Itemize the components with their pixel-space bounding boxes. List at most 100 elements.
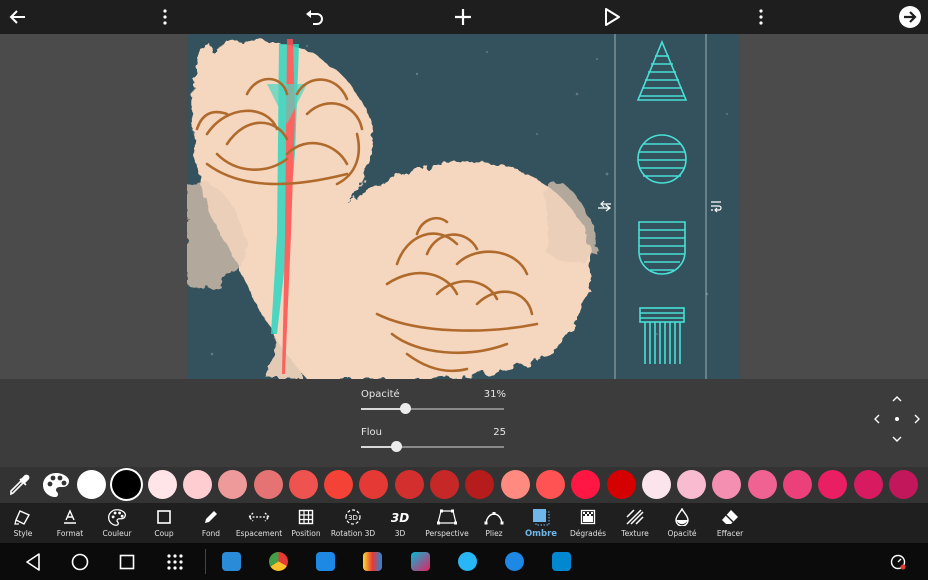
- app-window: Opacité 31% Flou 25 Style Format Couleur Co…: [0, 0, 928, 580]
- color-swatch[interactable]: [712, 470, 741, 499]
- blur-value: 25: [493, 427, 506, 438]
- app-3-icon[interactable]: [316, 552, 335, 571]
- curve-icon: [467, 507, 521, 527]
- color-swatch[interactable]: [854, 470, 883, 499]
- tool-texture[interactable]: Texture: [608, 507, 662, 543]
- color-swatch[interactable]: [465, 470, 494, 499]
- tool-curve[interactable]: Pliez: [467, 507, 521, 543]
- tool-label: Opacité: [667, 529, 697, 538]
- color-swatch[interactable]: [536, 470, 565, 499]
- tool-gradient[interactable]: Dégradés: [561, 507, 615, 543]
- resize-handle-icon[interactable]: [596, 199, 614, 213]
- center-dot-icon[interactable]: [890, 412, 904, 426]
- tool-spacing[interactable]: Espacement: [232, 507, 286, 543]
- color-swatch[interactable]: [112, 470, 141, 499]
- palette-icon[interactable]: [42, 472, 70, 498]
- color-swatch[interactable]: [289, 470, 318, 499]
- color-swatch[interactable]: [218, 470, 247, 499]
- color-swatch[interactable]: [571, 470, 600, 499]
- tool-rotation-3d[interactable]: 3D Rotation 3D: [326, 507, 380, 543]
- system-navbar: [0, 543, 928, 580]
- chevron-down-icon[interactable]: [890, 432, 904, 446]
- chevron-up-icon[interactable]: [890, 392, 904, 406]
- tool-label: Ombre: [524, 529, 558, 539]
- play-icon[interactable]: [599, 4, 625, 30]
- app-8-icon[interactable]: [552, 552, 571, 571]
- tool-label: Dégradés: [569, 529, 607, 538]
- tool-palette[interactable]: Couleur: [90, 507, 144, 543]
- eyedropper-icon[interactable]: [8, 473, 32, 497]
- undo-icon[interactable]: [301, 4, 327, 30]
- nav-recents-icon[interactable]: [116, 551, 138, 573]
- gradient-icon: [561, 507, 615, 527]
- color-swatch[interactable]: [430, 470, 459, 499]
- chevron-right-icon[interactable]: [910, 412, 924, 426]
- color-swatch[interactable]: [395, 470, 424, 499]
- app-7-icon[interactable]: [505, 552, 524, 571]
- color-swatch[interactable]: [748, 470, 777, 499]
- app-1-icon[interactable]: [222, 552, 241, 571]
- blur-slider-thumb[interactable]: [391, 441, 403, 452]
- tool-label: Pliez: [485, 529, 503, 538]
- rotation-3d-text: 3D: [348, 514, 358, 522]
- texture-icon: [608, 507, 662, 527]
- tool-label: Perspective: [425, 529, 469, 538]
- tool-grid[interactable]: Position: [279, 507, 333, 543]
- color-swatch[interactable]: [501, 470, 530, 499]
- chevron-left-icon[interactable]: [870, 412, 884, 426]
- color-swatch[interactable]: [783, 470, 812, 499]
- artwork-image: [187, 34, 728, 379]
- tool-3d[interactable]: 3D 3D: [373, 507, 427, 543]
- plus-icon[interactable]: [450, 4, 476, 30]
- tool-label: Fond: [201, 529, 221, 538]
- adjustment-panel: Opacité 31% Flou 25: [0, 379, 928, 467]
- nav-home-icon[interactable]: [69, 551, 91, 573]
- app-6-icon[interactable]: [458, 552, 477, 571]
- stroke-square-icon: [137, 507, 191, 527]
- shadow-icon: [514, 507, 568, 527]
- tool-text-format[interactable]: Format: [43, 507, 97, 543]
- tool-pencil[interactable]: Fond: [184, 507, 238, 543]
- blur-label: Flou: [361, 427, 382, 438]
- app-drawer-icon[interactable]: [164, 551, 186, 573]
- color-swatch[interactable]: [642, 470, 671, 499]
- tool-label: Espacement: [235, 529, 283, 538]
- tool-label: Texture: [621, 529, 649, 538]
- tool-eraser[interactable]: Effacer: [703, 507, 757, 543]
- app-5-icon[interactable]: [411, 552, 430, 571]
- chrome-icon[interactable]: [269, 552, 288, 571]
- back-arrow-icon[interactable]: [5, 4, 31, 30]
- tool-label: Position: [291, 529, 321, 538]
- overflow-menu-icon[interactable]: [748, 4, 774, 30]
- opacity-label: Opacité: [361, 389, 400, 400]
- color-swatch[interactable]: [183, 470, 212, 499]
- app-4-icon[interactable]: [363, 552, 382, 571]
- color-swatch[interactable]: [359, 470, 388, 499]
- color-swatch[interactable]: [677, 470, 706, 499]
- next-arrow-icon[interactable]: [897, 4, 923, 30]
- tool-perspective[interactable]: Perspective: [420, 507, 474, 543]
- color-swatch[interactable]: [607, 470, 636, 499]
- color-swatch[interactable]: [148, 470, 177, 499]
- opacity-drop-icon: [655, 507, 709, 527]
- artwork-canvas[interactable]: [187, 34, 740, 379]
- color-swatch[interactable]: [889, 470, 918, 499]
- color-swatch[interactable]: [818, 470, 847, 499]
- tool-label: Coup: [154, 529, 174, 538]
- tool-shadow[interactable]: Ombre: [514, 507, 568, 543]
- tool-label: Rotation 3D: [330, 529, 376, 538]
- color-swatch[interactable]: [324, 470, 353, 499]
- opacity-slider-thumb[interactable]: [399, 403, 411, 414]
- tool-label: Format: [56, 529, 84, 538]
- color-swatch[interactable]: [77, 470, 106, 499]
- tool-opacity-drop[interactable]: Opacité: [655, 507, 709, 543]
- tool-label: 3D: [394, 529, 406, 538]
- tool-stroke-square[interactable]: Coup: [137, 507, 191, 543]
- color-swatch[interactable]: [254, 470, 283, 499]
- nav-back-icon[interactable]: [22, 551, 44, 573]
- wrap-text-icon[interactable]: [709, 199, 727, 213]
- more-vertical-icon[interactable]: [152, 4, 178, 30]
- status-speed-icon[interactable]: [887, 551, 909, 573]
- tool-label: Effacer: [716, 529, 744, 538]
- tool-label: Couleur: [102, 529, 132, 538]
